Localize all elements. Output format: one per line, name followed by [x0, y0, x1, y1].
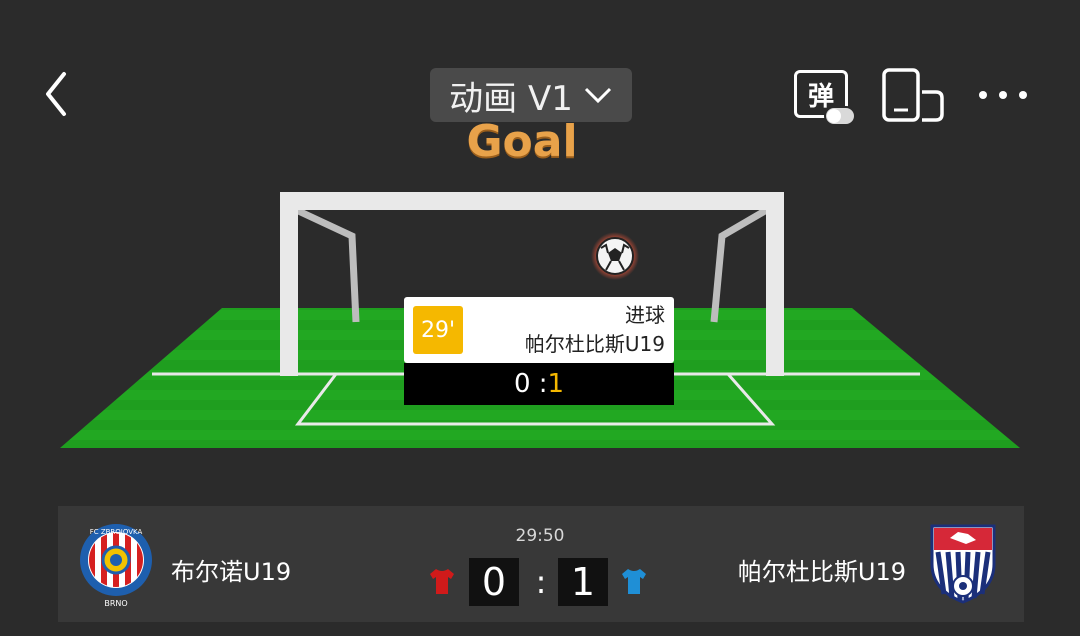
scoreboard: FC ZBROJOVKA BRNO 布尔诺U19 29:50 0 : 1 帕尔杜…	[58, 506, 1024, 622]
match-animation-screen: 动画 V1 弹 Goal 29' 进球 帕尔杜比斯U19 0 : 1 FC ZB…	[0, 0, 1080, 636]
event-team: 帕尔杜比斯U19	[524, 332, 665, 356]
danmaku-toggle-button[interactable]: 弹	[794, 68, 860, 128]
event-score-home: 0	[513, 369, 531, 399]
goal-left-post	[280, 192, 298, 376]
goal-net-right	[710, 204, 772, 323]
rotate-screen-button[interactable]	[880, 66, 948, 124]
event-score-separator: :	[530, 369, 548, 399]
goal-right-post	[766, 192, 784, 376]
animation-mode-dropdown[interactable]: 动画 V1	[430, 68, 632, 122]
event-score-away: 1	[547, 369, 565, 399]
goal-crossbar	[280, 192, 784, 210]
danmaku-switch[interactable]	[824, 106, 856, 126]
event-minute-badge: 29'	[413, 306, 463, 354]
more-dots-icon	[979, 91, 1027, 99]
score-separator: :	[535, 563, 547, 601]
back-chevron-icon	[46, 72, 66, 116]
goal-event-card: 29' 进球 帕尔杜比斯U19	[404, 297, 674, 363]
away-score: 1	[558, 558, 608, 606]
away-team-crest	[930, 524, 996, 604]
home-team-crest: FC ZBROJOVKA BRNO	[80, 524, 152, 608]
dropdown-chevron-icon	[584, 87, 611, 104]
goal-net-left	[290, 204, 360, 323]
home-crest-bottom-text: BRNO	[104, 599, 127, 608]
soccer-ball-icon	[591, 232, 639, 280]
goal-headline: Goal	[466, 116, 578, 167]
jersey-icon	[430, 569, 454, 594]
animation-mode-label: 动画 V1	[449, 78, 573, 119]
rotate-screen-icon	[882, 68, 944, 122]
event-type: 进球	[625, 303, 665, 327]
away-team-name: 帕尔杜比斯U19	[737, 558, 906, 586]
match-clock: 29:50	[515, 526, 565, 546]
home-team-name: 布尔诺U19	[171, 558, 292, 586]
home-score: 0	[469, 558, 519, 606]
jersey-icon	[622, 569, 646, 594]
home-crest-top-text: FC ZBROJOVKA	[90, 528, 143, 536]
more-options-button[interactable]	[974, 80, 1032, 110]
back-button[interactable]	[38, 66, 82, 122]
event-score-bar: 0 : 1	[404, 363, 674, 405]
